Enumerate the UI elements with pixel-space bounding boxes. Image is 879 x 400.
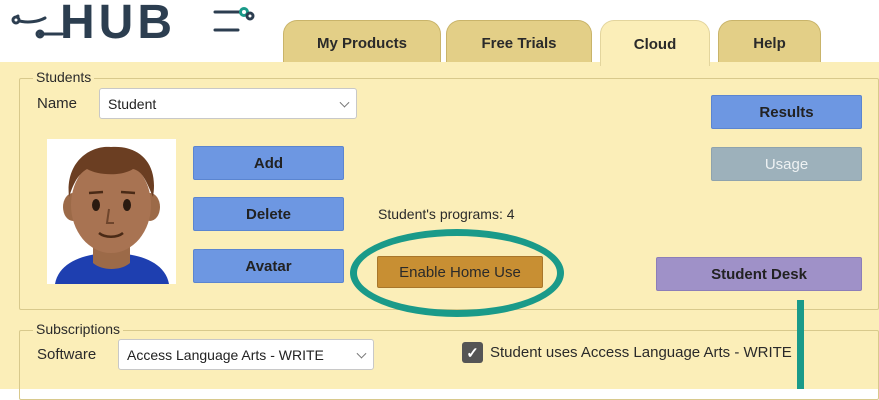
subscriptions-legend: Subscriptions (33, 321, 124, 337)
students-legend: Students (33, 69, 95, 85)
delete-button[interactable]: Delete (193, 197, 344, 231)
tab-my-products[interactable]: My Products (283, 20, 441, 64)
hub-logo: HUB (11, 0, 255, 49)
student-name-select[interactable]: Student (99, 88, 357, 119)
software-label: Software (37, 346, 97, 363)
results-button[interactable]: Results (711, 95, 862, 129)
tab-cloud[interactable]: Cloud (600, 20, 710, 66)
student-uses-checkbox[interactable]: ✓ (462, 342, 483, 363)
student-name-value: Student (108, 95, 157, 112)
student-desk-button[interactable]: Student Desk (656, 257, 862, 291)
software-select[interactable]: Access Language Arts - WRITE (118, 339, 374, 370)
add-button[interactable]: Add (193, 146, 344, 180)
usage-button[interactable]: Usage (711, 147, 862, 181)
checkmark-icon: ✓ (466, 344, 479, 362)
tab-help[interactable]: Help (718, 20, 821, 64)
highlight-circle-annotation (350, 229, 564, 317)
student-uses-label: Student uses Access Language Arts - WRIT… (490, 344, 792, 361)
tab-free-trials[interactable]: Free Trials (446, 20, 592, 64)
students-programs-count: Student's programs: 4 (378, 206, 515, 222)
name-label: Name (37, 95, 78, 112)
software-select-value: Access Language Arts - WRITE (127, 346, 324, 363)
chevron-down-icon (356, 348, 367, 359)
student-avatar (47, 139, 176, 284)
logo-text: HUB (60, 0, 176, 49)
pointer-line-annotation (797, 300, 804, 389)
chevron-down-icon (339, 97, 350, 108)
avatar-button[interactable]: Avatar (193, 249, 344, 283)
